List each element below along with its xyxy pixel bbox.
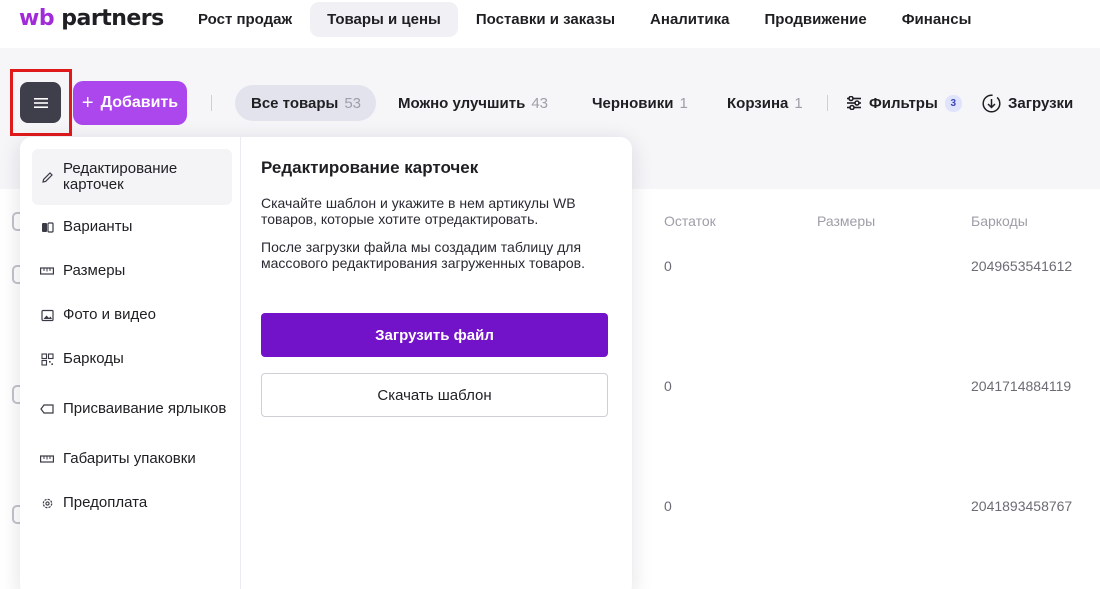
- main-nav: Рост продаж Товары и цены Поставки и зак…: [181, 2, 988, 37]
- wb-partners-logo[interactable]: wb partners: [19, 6, 164, 31]
- column-header-barcodes[interactable]: Баркоды: [971, 213, 1028, 229]
- downloads-button[interactable]: Загрузки: [982, 85, 1073, 121]
- tab-label: Все товары: [251, 94, 339, 112]
- nav-item-analytics[interactable]: Аналитика: [633, 2, 746, 37]
- detail-paragraph: Скачайте шаблон и укажите в нем артикулы…: [261, 195, 576, 227]
- filters-button[interactable]: Фильтры 3: [846, 85, 962, 121]
- add-button[interactable]: + Добавить: [73, 81, 187, 125]
- pencil-icon: [40, 170, 54, 184]
- menu-item-label: Редактирование карточек: [63, 160, 178, 193]
- menu-item-label: Габариты упаковки: [63, 450, 196, 467]
- tag-icon: [40, 402, 54, 416]
- menu-item-label: Варианты: [63, 218, 133, 235]
- column-header-stock[interactable]: Остаток: [664, 213, 716, 229]
- download-template-button[interactable]: Скачать шаблон: [261, 373, 608, 417]
- toolbar-divider: [211, 95, 212, 111]
- sliders-icon: [847, 96, 861, 110]
- menu-item-label: Фото и видео: [63, 306, 156, 323]
- menu-item-edit-cards[interactable]: Редактирование карточек: [32, 149, 232, 205]
- filters-label: Фильтры: [869, 94, 938, 112]
- actions-menu-list: Редактирование карточек Варианты Размеры…: [32, 149, 232, 525]
- menu-item-package-dimensions[interactable]: Габариты упаковки: [32, 437, 232, 481]
- tab-label: Можно улучшить: [398, 94, 526, 112]
- tab-label: Корзина: [727, 94, 789, 112]
- download-circle-icon: [982, 93, 1001, 113]
- menu-item-prepayment[interactable]: Предоплата: [32, 481, 232, 525]
- qr-code-icon: [40, 352, 54, 366]
- tab-count: 1: [679, 94, 688, 112]
- nav-item-supplies-orders[interactable]: Поставки и заказы: [459, 2, 632, 37]
- actions-dropdown-panel: Редактирование карточек Варианты Размеры…: [20, 137, 632, 589]
- edit-cards-detail: Редактирование карточек Скачайте шаблон …: [261, 157, 608, 417]
- table-cell-barcode: 2049653541612: [971, 258, 1073, 274]
- filters-count-badge: 3: [944, 94, 962, 112]
- table-cell-stock: 0: [664, 378, 672, 394]
- tab-label: Черновики: [592, 94, 674, 112]
- tab-count: 43: [531, 94, 548, 112]
- toolbar-divider: [827, 95, 828, 111]
- table-cell-barcode: 2041714884119: [971, 378, 1072, 394]
- tab-trash[interactable]: Корзина 1: [727, 85, 803, 121]
- hamburger-icon: [33, 97, 48, 108]
- logo-partners-text: partners: [61, 6, 164, 31]
- upload-file-button[interactable]: Загрузить файл: [261, 313, 608, 357]
- nav-item-products-prices[interactable]: Товары и цены: [310, 2, 458, 37]
- ruler-icon: [40, 264, 54, 278]
- ruler-icon: [40, 452, 54, 466]
- logo-wb-text: wb: [19, 6, 55, 31]
- tab-count: 1: [794, 94, 803, 112]
- tab-can-improve[interactable]: Можно улучшить 43: [398, 85, 548, 121]
- variants-icon: [40, 220, 54, 234]
- table-cell-stock: 0: [664, 258, 672, 274]
- tab-all-products[interactable]: Все товары 53: [235, 85, 377, 121]
- downloads-label: Загрузки: [1008, 94, 1074, 112]
- detail-paragraph: После загрузки файла мы создадим таблицу…: [261, 239, 585, 271]
- menu-item-label: Предоплата: [63, 494, 148, 511]
- add-button-label: Добавить: [100, 94, 179, 111]
- table-cell-stock: 0: [664, 498, 672, 514]
- top-navigation: wb partners Рост продаж Товары и цены По…: [0, 0, 1100, 48]
- menu-item-barcodes[interactable]: Баркоды: [32, 337, 232, 381]
- table-cell-barcode: 2041893458767: [971, 498, 1073, 514]
- nav-item-sales-growth[interactable]: Рост продаж: [181, 2, 309, 37]
- menu-item-label: Баркоды: [63, 350, 124, 367]
- menu-item-variants[interactable]: Варианты: [32, 205, 232, 249]
- image-icon: [40, 308, 54, 322]
- plus-icon: +: [81, 92, 94, 114]
- menu-item-sizes[interactable]: Размеры: [32, 249, 232, 293]
- tab-count: 53: [344, 94, 362, 112]
- detail-title: Редактирование карточек: [261, 158, 479, 177]
- menu-button[interactable]: [20, 82, 61, 123]
- gear-icon: [40, 496, 54, 510]
- menu-item-label: Присваивание ярлыков: [63, 400, 227, 417]
- column-header-sizes[interactable]: Размеры: [817, 213, 875, 229]
- nav-item-promotion[interactable]: Продвижение: [747, 2, 883, 37]
- nav-item-finances[interactable]: Финансы: [885, 2, 989, 37]
- menu-item-label: Размеры: [63, 262, 126, 279]
- tab-drafts[interactable]: Черновики 1: [592, 85, 688, 121]
- panel-divider: [240, 137, 241, 589]
- menu-item-label-assignment[interactable]: Присваивание ярлыков: [32, 381, 232, 437]
- menu-item-photo-video[interactable]: Фото и видео: [32, 293, 232, 337]
